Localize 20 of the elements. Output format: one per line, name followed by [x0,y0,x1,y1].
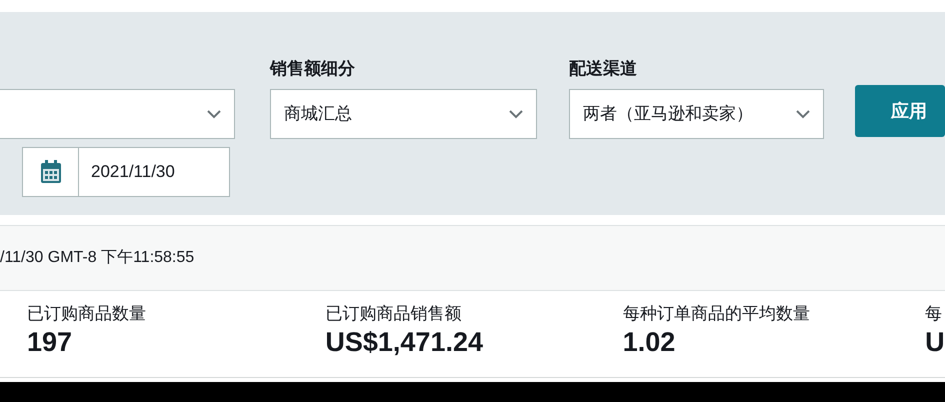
dropdown-select[interactable] [0,89,235,139]
metric-label: 每 [925,303,944,325]
chevron-down-icon [509,110,523,118]
metric-value: US$1,471.24 [325,326,484,359]
metric-label: 已订购商品数量 [27,303,147,325]
filter-label: 销售额细分 [270,60,355,77]
metric-value: 1.02 [622,326,676,359]
dropdown-select[interactable]: 两者（亚马逊和卖家） [569,89,824,139]
last-updated-text: /11/30 GMT-8 下午11:58:55 [0,248,194,268]
date-field[interactable]: 2021/11/30 [22,147,230,197]
metric-value: 197 [27,326,74,359]
apply-button[interactable]: 应用 [855,85,945,137]
dropdown-select[interactable]: 商城汇总 [270,89,537,139]
chevron-down-icon [207,110,221,118]
metric-label: 已订购商品销售额 [325,303,462,325]
chevron-down-icon [796,110,810,118]
filter-label: 配送渠道 [569,60,637,77]
metric-value: U [925,326,945,359]
metric-label: 每种订单商品的平均数量 [622,303,811,325]
calendar-icon [40,160,62,184]
